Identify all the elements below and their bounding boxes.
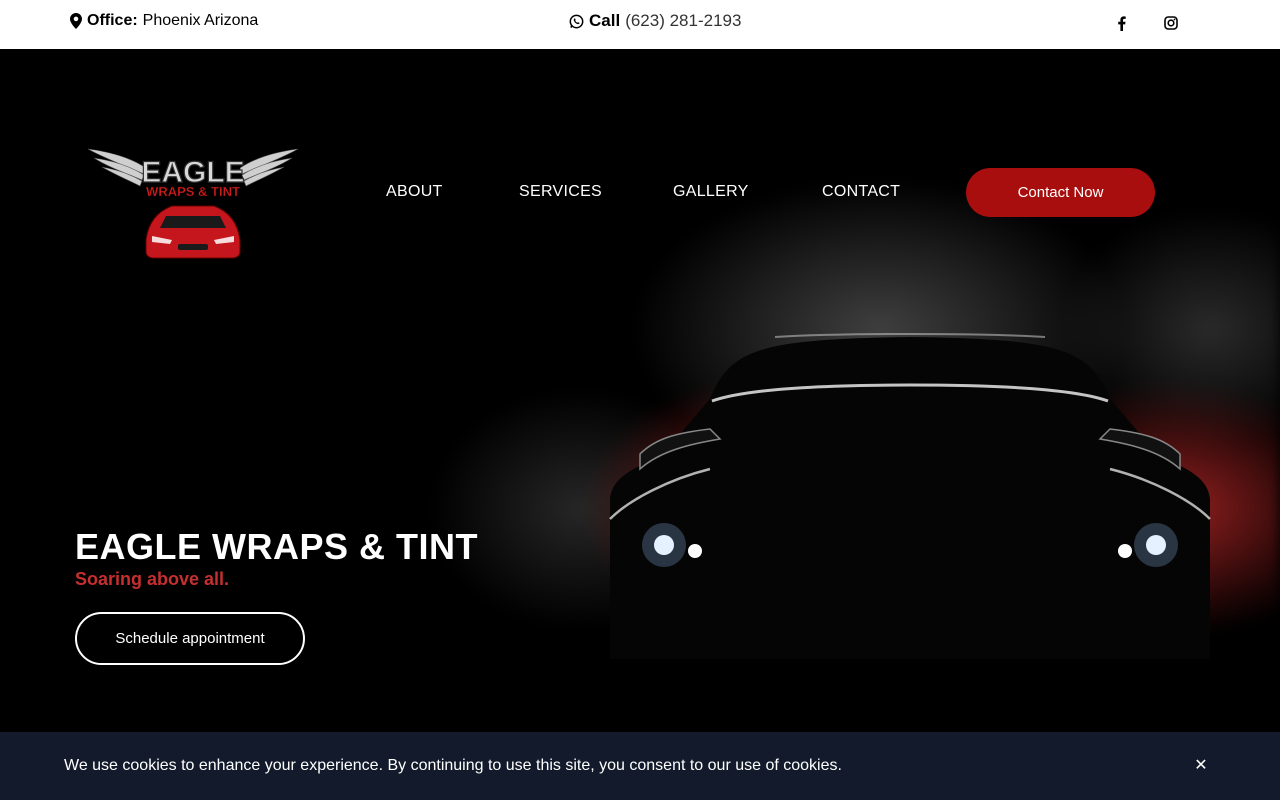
cookie-message: We use cookies to enhance your experienc… — [64, 757, 842, 774]
nav-gallery[interactable]: GALLERY — [673, 183, 749, 201]
nav-contact[interactable]: CONTACT — [822, 183, 900, 201]
office-info: Office: Phoenix Arizona — [70, 12, 258, 30]
whatsapp-icon — [569, 14, 584, 28]
office-location: Phoenix Arizona — [142, 12, 259, 29]
top-info-bar: Office: Phoenix Arizona Call (623) 281-2… — [0, 0, 1280, 49]
facebook-link[interactable] — [1113, 15, 1129, 31]
right-wing-icon — [239, 148, 299, 187]
office-label: Office: — [87, 12, 138, 29]
hero-section: EAGLE WRAPS & TINT ABOUT SERVICES GALLER… — [0, 49, 1280, 732]
map-pin-icon — [70, 13, 82, 29]
call-info[interactable]: Call (623) 281-2193 — [569, 11, 741, 31]
nav-about[interactable]: ABOUT — [386, 183, 443, 201]
contact-now-button[interactable]: Contact Now — [966, 168, 1155, 217]
phone-number[interactable]: (623) 281-2193 — [625, 11, 741, 31]
hero-subtitle: Soaring above all. — [75, 569, 230, 589]
black-car-image — [609, 333, 1211, 659]
hero-title: EAGLE WRAPS & TINT — [75, 526, 478, 567]
logo-wraps-text: WRAPS & TINT — [146, 184, 240, 199]
facebook-icon — [1117, 15, 1126, 31]
eagle-logo[interactable]: EAGLE WRAPS & TINT — [86, 144, 300, 262]
instagram-icon — [1164, 16, 1178, 30]
close-icon[interactable]: ✕ — [1193, 755, 1209, 775]
schedule-appointment-button[interactable]: Schedule appointment — [75, 612, 305, 665]
call-label: Call — [589, 11, 621, 30]
left-wing-icon — [87, 148, 147, 187]
red-car-icon — [145, 205, 241, 259]
instagram-link[interactable] — [1163, 15, 1179, 31]
nav-services[interactable]: SERVICES — [519, 183, 602, 201]
cookie-banner: We use cookies to enhance your experienc… — [0, 732, 1280, 800]
